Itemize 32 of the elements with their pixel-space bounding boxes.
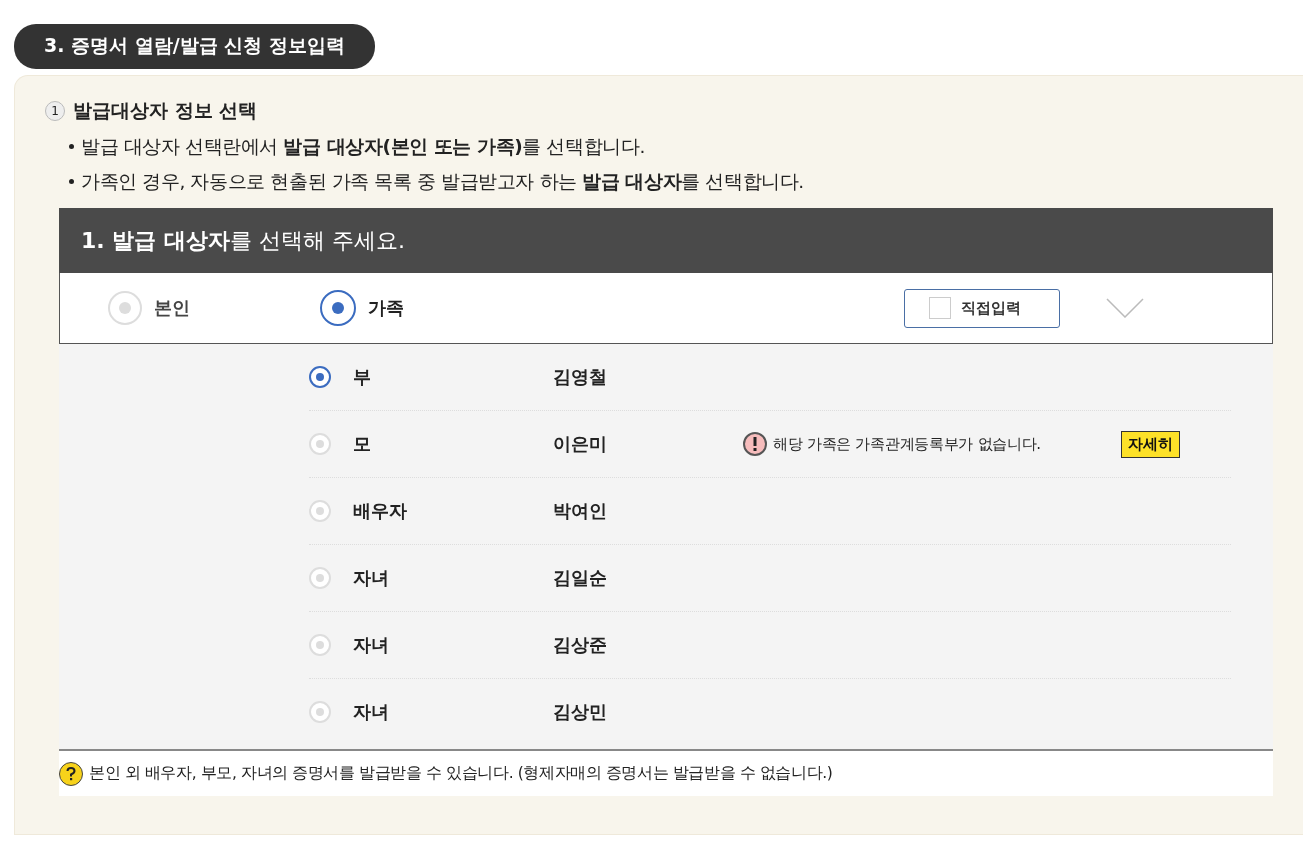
relation-text: 자녀 [353,633,390,657]
section-title: 3. 증명서 열람/발급 신청 정보입력 [14,24,375,69]
bullet-icon [69,144,74,149]
relation-text: 자녀 [353,700,390,724]
relation-text: 자녀 [353,566,390,590]
warning-icon [743,432,767,456]
relation-text: 모 [353,432,372,456]
form-heading: 1. 발급 대상자를 선택해 주세요. [59,208,1273,273]
checkbox[interactable] [929,297,951,319]
chevron-down-icon[interactable] [1106,298,1144,318]
radio-button[interactable] [320,290,356,326]
step-title: 발급대상자 정보 선택 [73,98,258,123]
relation-text: 부 [353,365,372,389]
radio-label: 본인 [154,296,190,320]
name-text: 이은미 [553,432,608,456]
bullet-text: 발급 대상자 선택란에서 발급 대상자(본인 또는 가족)를 선택합니다. [81,135,645,159]
radio-label: 가족 [368,296,404,320]
name-text: 김일순 [553,566,608,590]
name-text: 김상준 [553,633,608,657]
notice-text: 해당 가족은 가족관계등록부가 없습니다. [773,434,1042,454]
help-text: 본인 외 배우자, 부모, 자녀의 증명서를 발급받을 수 있습니다. (형제자매의 증명서는 발급받을 수 없습니다.) [89,763,833,784]
name-text: 김영철 [553,365,608,389]
name-text: 박여인 [553,499,608,523]
bullet-icon [69,179,74,184]
direct-input-button[interactable]: 직접입력 [904,288,1060,328]
help-icon [59,761,83,786]
relation-text: 배우자 [353,499,408,523]
step-number: 1 [45,101,65,121]
name-text: 김상민 [553,700,608,724]
detail-button[interactable]: 자세히 [1121,430,1180,458]
radio-button[interactable] [309,366,331,388]
bullet-text: 가족인 경우, 자동으로 현출된 가족 목록 중 발급받고자 하는 발급 대상자를 선택합니다. [81,170,804,194]
